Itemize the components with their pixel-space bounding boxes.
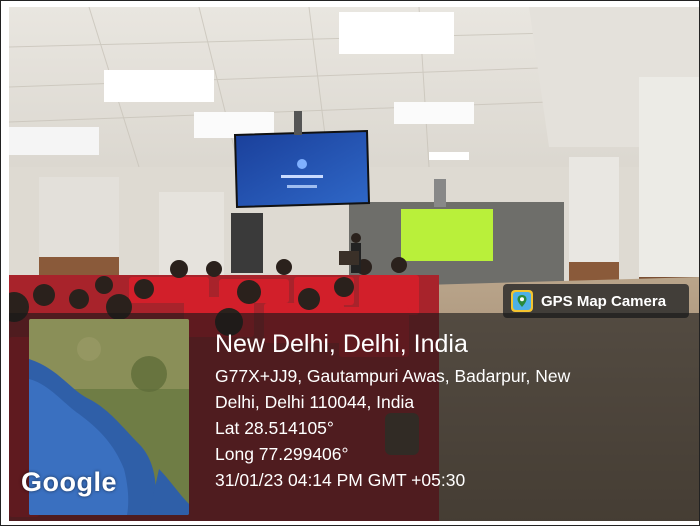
latitude-text: Lat 28.514105° (215, 418, 334, 438)
location-details: New Delhi, Delhi, India G77X+JJ9, Gautam… (215, 329, 570, 493)
google-logo: Google (21, 467, 117, 497)
timestamp-text: 31/01/23 04:14 PM GMT +05:30 (215, 470, 466, 490)
tv-mount (294, 111, 302, 135)
speaker-head (351, 233, 361, 243)
ceiling-light (9, 127, 99, 155)
ceiling-light (394, 102, 474, 124)
gps-map-camera-icon (511, 290, 533, 312)
location-title: New Delhi, Delhi, India (215, 330, 468, 358)
screenshot-frame: GPS Map Camera Google New Delhi, Delhi, … (0, 0, 700, 526)
podium (339, 251, 359, 265)
webex-logo-icon (297, 159, 307, 169)
app-name-label: GPS Map Camera (541, 292, 667, 310)
address-line-2: Delhi, Delhi 110044, India (215, 392, 415, 412)
tv-text-line (287, 185, 317, 188)
ceiling-light (104, 70, 214, 102)
tv-text-line (281, 175, 323, 178)
ceiling-light (339, 12, 454, 54)
projector (434, 179, 446, 207)
longitude-text: Long 77.299406° (215, 444, 349, 464)
ceiling-light (429, 152, 469, 160)
doorway (231, 213, 263, 273)
address-line-1: G77X+JJ9, Gautampuri Awas, Badarpur, New (215, 366, 571, 386)
projection-screen (401, 209, 493, 261)
